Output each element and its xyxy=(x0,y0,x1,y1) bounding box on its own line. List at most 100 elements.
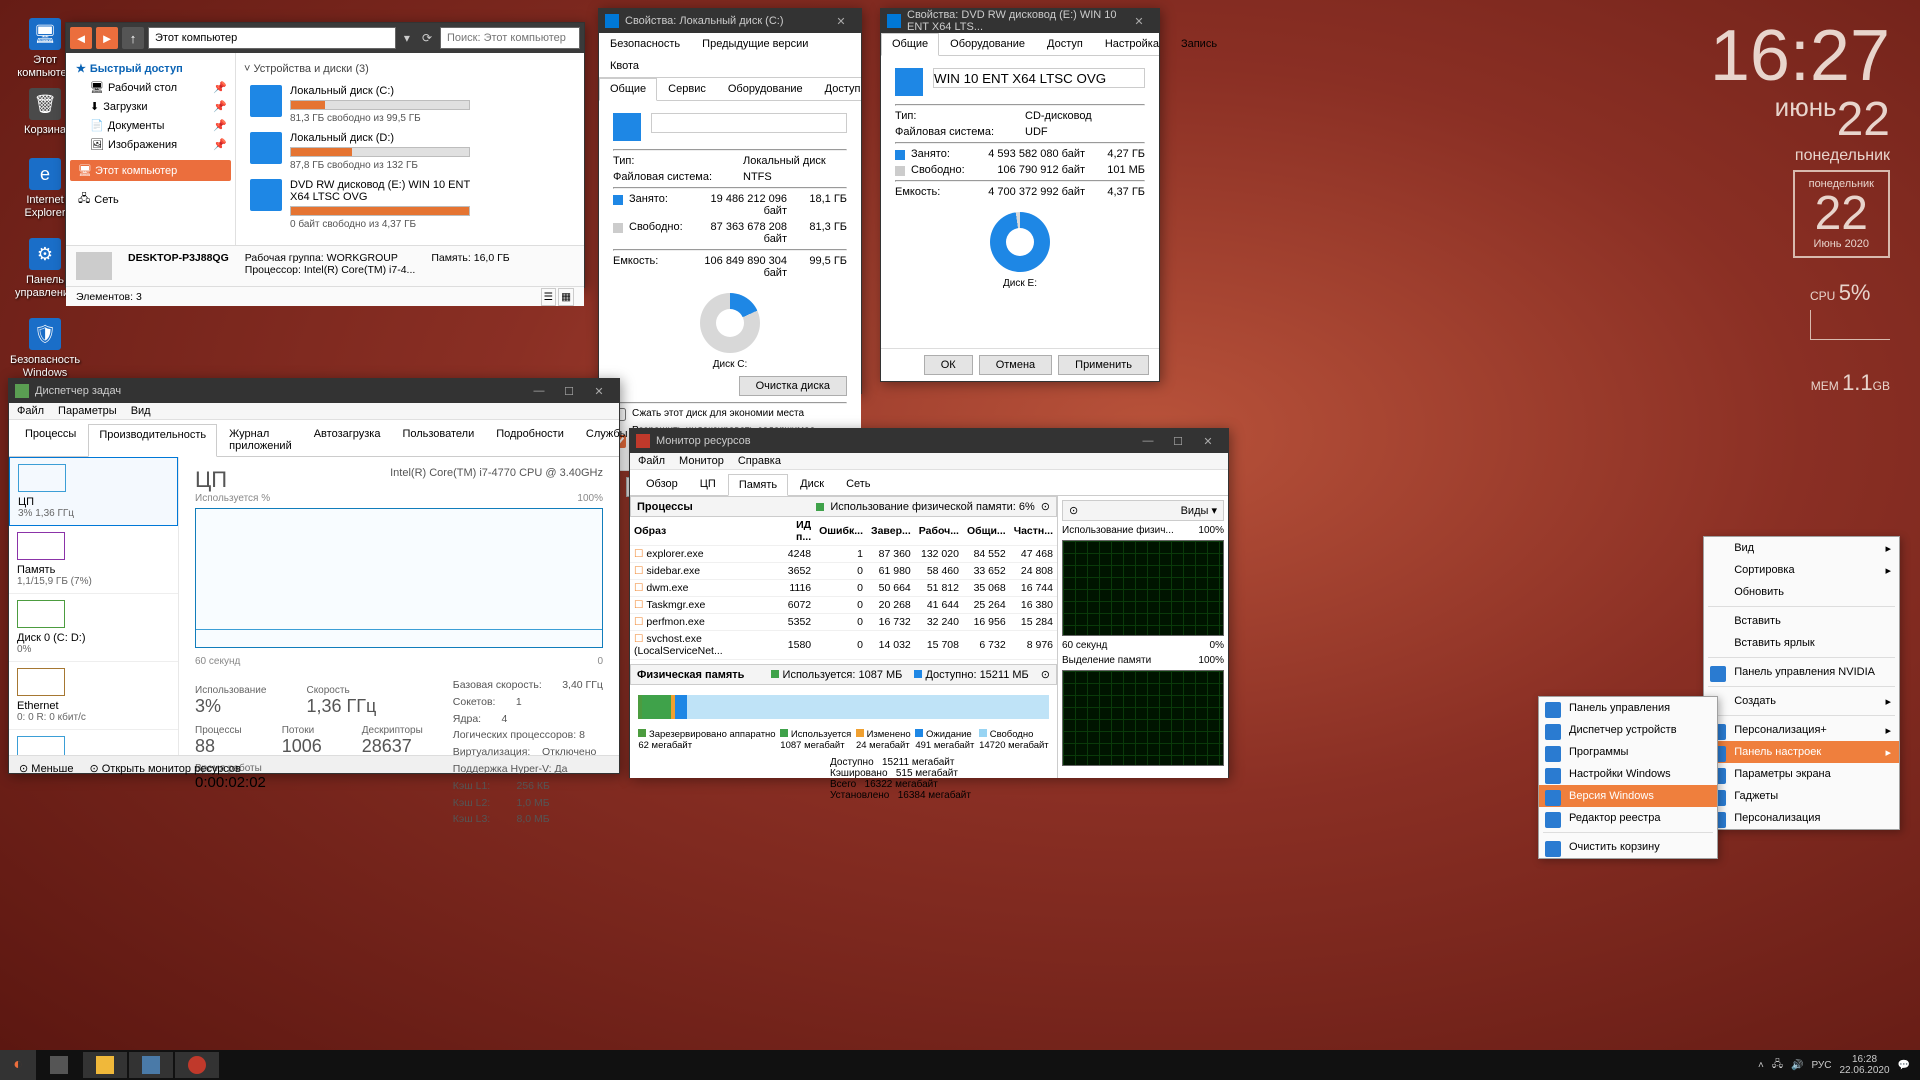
open-resmon-link[interactable]: ⊙ Открыть монитор ресурсов xyxy=(89,762,240,775)
tray-lang[interactable]: РУС xyxy=(1811,1060,1831,1071)
menu-help[interactable]: Справка xyxy=(738,455,781,467)
tab-general[interactable]: Общие xyxy=(881,33,939,56)
taskbar-explorer[interactable] xyxy=(83,1052,127,1078)
tm-tab[interactable]: Производительность xyxy=(88,424,217,457)
ok-button[interactable]: ОК xyxy=(924,355,973,375)
ctx-item[interactable]: Настройки Windows xyxy=(1539,763,1717,785)
tray-volume-icon[interactable]: 🔊 xyxy=(1791,1060,1803,1071)
ctx-item[interactable]: Редактор реестра xyxy=(1539,807,1717,829)
tm-tab[interactable]: Пользователи xyxy=(392,424,484,456)
menu-file[interactable]: Файл xyxy=(638,455,665,467)
volume-label-input[interactable] xyxy=(933,68,1145,88)
sidebar-documents[interactable]: 📄 Документы 📌 xyxy=(70,116,231,135)
close-icon[interactable]: ✕ xyxy=(1194,432,1222,450)
apply-button[interactable]: Применить xyxy=(1058,355,1149,375)
min-icon[interactable]: — xyxy=(525,382,553,400)
ctx-item[interactable]: Программы xyxy=(1539,741,1717,763)
rm-tab[interactable]: ЦП xyxy=(690,474,726,495)
volume-label-input[interactable] xyxy=(651,113,847,133)
back-button[interactable]: ◄ xyxy=(70,27,92,49)
close-icon[interactable]: ✕ xyxy=(827,12,855,30)
tm-tab[interactable]: Процессы xyxy=(15,424,86,456)
ctx-item[interactable]: Панель управления NVIDIA xyxy=(1704,661,1899,683)
dropdown-icon[interactable]: ▾ xyxy=(1211,505,1217,517)
tray-action-center-icon[interactable]: 💬 xyxy=(1898,1060,1910,1071)
view-details-icon[interactable]: ☰ xyxy=(541,288,556,306)
process-row[interactable]: Taskmgr.exe6072020 26841 64425 26416 380 xyxy=(630,597,1057,614)
menu-file[interactable]: Файл xyxy=(17,405,44,417)
refresh-icon[interactable]: ⟳ xyxy=(418,31,436,45)
tab-share[interactable]: Доступ xyxy=(1036,33,1094,55)
close-icon[interactable]: ✕ xyxy=(1125,12,1153,30)
ctx-item[interactable]: Панель управления xyxy=(1539,697,1717,719)
taskbar-resmon[interactable] xyxy=(175,1052,219,1078)
tm-card[interactable]: Диск 0 (C: D:)0% xyxy=(9,594,178,662)
start-button[interactable]: ◐ xyxy=(0,1050,36,1080)
ctx-item[interactable]: Вид xyxy=(1704,537,1899,559)
process-row[interactable]: perfmon.exe5352016 73232 24016 95615 284 xyxy=(630,614,1057,631)
ctx-item[interactable]: Персонализация xyxy=(1704,807,1899,829)
collapse-icon[interactable]: ⊙ xyxy=(1041,668,1050,681)
ctx-item[interactable]: Создать xyxy=(1704,690,1899,712)
tab-hw[interactable]: Оборудование xyxy=(717,78,814,100)
tm-card[interactable]: Ethernet0: 0 R: 0 кбит/с xyxy=(9,662,178,730)
ctx-item[interactable]: Диспетчер устройств xyxy=(1539,719,1717,741)
tm-tab[interactable]: Журнал приложений xyxy=(219,424,302,456)
sidebar-desktop[interactable]: 🖥 Рабочий стол 📌 xyxy=(70,78,231,97)
ctx-item[interactable]: Панель настроек xyxy=(1704,741,1899,763)
collapse-icon[interactable]: ⊙ xyxy=(1041,500,1050,513)
ctx-item[interactable]: Параметры экрана xyxy=(1704,763,1899,785)
min-icon[interactable]: — xyxy=(1134,432,1162,450)
desktop-icon-security[interactable]: 🛡Безопасность Windows xyxy=(10,318,80,380)
tm-card[interactable]: ЦП3% 1,36 ГГц xyxy=(9,457,178,526)
view-icons-icon[interactable]: ▦ xyxy=(558,288,574,306)
rm-tab[interactable]: Память xyxy=(728,474,788,496)
ctx-item[interactable]: Гаджеты xyxy=(1704,785,1899,807)
physmem-header[interactable]: Физическая память Используется: 1087 МБ … xyxy=(630,664,1057,685)
cancel-button[interactable]: Отмена xyxy=(979,355,1052,375)
tm-card[interactable]: Графический проNVIDIA GeForce GTX 10... … xyxy=(9,730,178,755)
processes-header[interactable]: ПроцессыИспользование физической памяти:… xyxy=(630,496,1057,517)
menu-view[interactable]: Вид xyxy=(131,405,151,417)
max-icon[interactable]: ☐ xyxy=(1164,432,1192,450)
tm-tab[interactable]: Автозагрузка xyxy=(304,424,391,456)
drive-item[interactable]: DVD RW дисковод (E:) WIN 10 ENT X64 LTSC… xyxy=(250,179,470,230)
task-view-button[interactable] xyxy=(37,1052,81,1078)
drive-item[interactable]: Локальный диск (D:)87,8 ГБ свободно из 1… xyxy=(250,132,470,171)
process-row[interactable]: sidebar.exe3652061 98058 46033 65224 808 xyxy=(630,563,1057,580)
tab-quota[interactable]: Квота xyxy=(599,55,650,77)
rm-tab[interactable]: Диск xyxy=(790,474,834,495)
tab-general[interactable]: Общие xyxy=(599,78,657,101)
tray-chevron-icon[interactable]: ˄ xyxy=(1758,1060,1764,1071)
cleanup-button[interactable]: Очистка диска xyxy=(739,376,847,396)
sidebar-quick-access[interactable]: ★ Быстрый доступ xyxy=(70,59,231,78)
tab-hw[interactable]: Оборудование xyxy=(939,33,1036,55)
search-input[interactable] xyxy=(440,27,580,49)
tab-prev[interactable]: Предыдущие версии xyxy=(691,33,819,55)
tm-card[interactable]: Память1,1/15,9 ГБ (7%) xyxy=(9,526,178,594)
ctx-item[interactable]: Вставить ярлык xyxy=(1704,632,1899,654)
sidebar-downloads[interactable]: ⬇ Загрузки 📌 xyxy=(70,97,231,116)
menu-options[interactable]: Параметры xyxy=(58,405,117,417)
process-row[interactable]: explorer.exe4248187 360132 02084 55247 4… xyxy=(630,546,1057,563)
taskbar-taskmgr[interactable] xyxy=(129,1052,173,1078)
address-bar[interactable] xyxy=(148,27,396,49)
forward-button[interactable]: ► xyxy=(96,27,118,49)
tab-security[interactable]: Безопасность xyxy=(599,33,691,55)
tab-cust[interactable]: Настройка xyxy=(1094,33,1170,55)
fewer-button[interactable]: ⊙ Меньше xyxy=(19,762,73,775)
up-button[interactable]: ↑ xyxy=(122,27,144,49)
ctx-item[interactable]: Версия Windows xyxy=(1539,785,1717,807)
process-row[interactable]: svchost.exe (LocalServiceNet...1580014 0… xyxy=(630,631,1057,660)
ctx-item[interactable]: Персонализация+ xyxy=(1704,719,1899,741)
ctx-item[interactable]: Обновить xyxy=(1704,581,1899,603)
sidebar-this-pc[interactable]: 🖥 Этот компьютер xyxy=(70,160,231,181)
tab-share[interactable]: Доступ xyxy=(814,78,872,100)
expand-icon[interactable]: ⊙ xyxy=(1069,504,1078,517)
menu-monitor[interactable]: Монитор xyxy=(679,455,724,467)
rm-tab[interactable]: Обзор xyxy=(636,474,688,495)
ctx-item[interactable]: Сортировка xyxy=(1704,559,1899,581)
sidebar-pictures[interactable]: 🖼 Изображения 📌 xyxy=(70,135,231,154)
ctx-item[interactable]: Вставить xyxy=(1704,610,1899,632)
close-icon[interactable]: ✕ xyxy=(585,382,613,400)
